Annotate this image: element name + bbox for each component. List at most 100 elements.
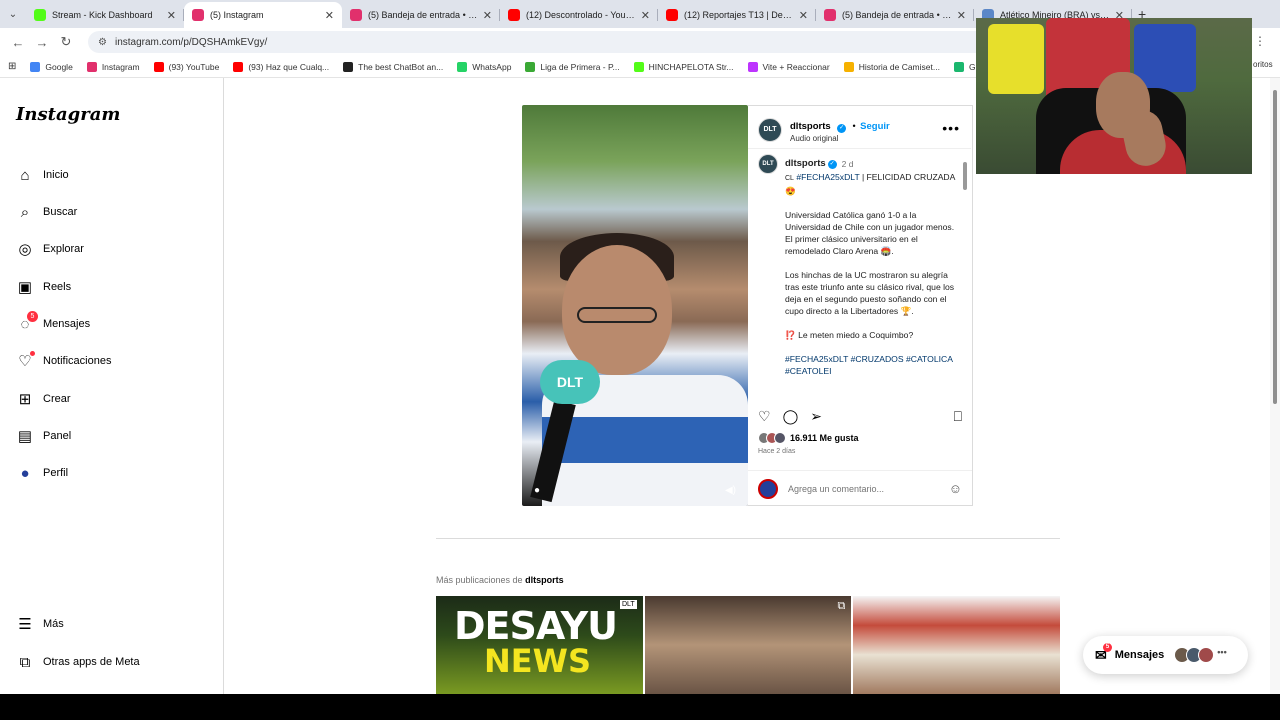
tab-close-icon[interactable]: ✕ xyxy=(957,9,966,22)
tab-close-icon[interactable]: ✕ xyxy=(167,9,176,22)
video-shirt-stripe xyxy=(542,417,748,463)
audio-label[interactable]: Audio original xyxy=(790,134,890,143)
sidebar-item-panel[interactable]: ▤ Panel xyxy=(16,427,71,445)
bookmark-icon[interactable]: ⎕ xyxy=(954,408,962,425)
sidebar-footer-meta-apps[interactable]: ⧉ Otras apps de Meta xyxy=(16,653,140,671)
bookmark-favicon-icon xyxy=(457,61,468,72)
bookmark-item[interactable]: WhatsApp xyxy=(457,61,512,72)
like-icon[interactable]: ♡ xyxy=(758,408,771,425)
instagram-logo[interactable]: Instagram xyxy=(16,104,120,125)
browser-tab[interactable]: (5) Bandeja de entrada • Chats ✕ xyxy=(816,2,974,28)
tab-close-icon[interactable]: ✕ xyxy=(641,9,650,22)
bookmark-item[interactable]: (93) YouTube xyxy=(153,61,220,72)
bookmark-item[interactable]: Google xyxy=(30,61,73,72)
mute-icon[interactable]: ◀) xyxy=(725,485,736,496)
bookmark-label: WhatsApp xyxy=(472,61,512,72)
tab-favicon-icon xyxy=(508,9,520,21)
url-text: instagram.com/p/DQSHAmkEVgy/ xyxy=(114,36,268,48)
browser-tab[interactable]: (5) Bandeja de entrada • Chats ✕ xyxy=(342,2,500,28)
notification-dot xyxy=(30,351,35,356)
bookmark-favicon-icon xyxy=(633,61,644,72)
bookmark-item[interactable]: HINCHAPELOTA Str... xyxy=(633,61,734,72)
bookmark-label: (93) Haz que Cualq... xyxy=(248,61,330,72)
sidebar-item-explorar[interactable]: ◎ Explorar xyxy=(16,240,84,258)
bookmark-item[interactable]: Instagram xyxy=(86,61,140,72)
site-info-icon[interactable]: ⚙ xyxy=(98,37,107,48)
tab-favicon-icon xyxy=(350,9,362,21)
more-options-icon[interactable]: ••• xyxy=(942,120,960,136)
webcam-overlay xyxy=(976,18,1252,174)
more-posts-user[interactable]: dltsports xyxy=(525,575,564,585)
bookmark-label: The best ChatBot an... xyxy=(358,61,444,72)
bookmark-label: (93) YouTube xyxy=(168,61,220,72)
sidebar-item-reels[interactable]: ▣ Reels xyxy=(16,278,71,296)
caption-hashtags[interactable]: #FECHA25xDLT #CRUZADOS #CATOLICA #CEATOL… xyxy=(785,353,958,377)
sidebar-item-crear[interactable]: ⊞ Crear xyxy=(16,390,71,408)
bookmark-favicon-icon xyxy=(343,61,354,72)
sidebar-item-label: Notificaciones xyxy=(43,355,112,367)
likes-row[interactable]: 16.911 Me gusta xyxy=(758,432,859,444)
comment-input[interactable] xyxy=(788,483,949,494)
messages-pill[interactable]: ✉ 5 Mensajes ••• xyxy=(1083,636,1248,674)
tab-close-icon[interactable]: ✕ xyxy=(325,9,334,22)
caption-age[interactable]: 2 d xyxy=(842,158,854,170)
browser-tab[interactable]: (12) Descontrolado - YouTube ✕ xyxy=(500,2,658,28)
sidebar-item-mensajes[interactable]: ◌ 5 Mensajes xyxy=(16,311,90,333)
post-time[interactable]: Hace 2 días xyxy=(758,448,795,455)
bookmark-item[interactable]: Historia de Camiset... xyxy=(843,61,940,72)
sidebar-item-label: Panel xyxy=(43,430,72,442)
messages-pill-label: Mensajes xyxy=(1114,649,1165,661)
post-video[interactable]: DLT ● ◀) xyxy=(522,105,748,506)
caption-hashtag[interactable]: #FECHA25xDLT xyxy=(796,172,859,182)
video-mic-logo: DLT xyxy=(540,360,600,404)
post-actions: ♡ ◯ ➢ ⎕ xyxy=(758,408,962,425)
caption-username[interactable]: dltsports xyxy=(785,158,826,170)
post-thumbnail[interactable]: DESAYU NEWS DLT xyxy=(436,596,643,694)
sidebar-footer-more[interactable]: ☰ Más xyxy=(16,615,64,633)
bookmark-item[interactable]: The best ChatBot an... xyxy=(343,61,444,72)
follow-button[interactable]: Seguir xyxy=(860,121,890,132)
browser-tab[interactable]: (5) Instagram ✕ xyxy=(184,2,342,28)
tab-close-icon[interactable]: ✕ xyxy=(483,9,492,22)
bookmark-item[interactable]: Liga de Primera - P... xyxy=(525,61,620,72)
bookmark-label: Vite + Reaccionar xyxy=(762,61,830,72)
sidebar-item-inicio[interactable]: ⌂ Inicio xyxy=(16,166,68,184)
back-icon[interactable]: ← xyxy=(6,30,30,54)
all-bookmarks-label[interactable]: oritos xyxy=(1253,60,1273,69)
tab-close-icon[interactable]: ✕ xyxy=(799,9,808,22)
browser-tab[interactable]: Stream - Kick Dashboard ✕ xyxy=(26,2,184,28)
caption-scrollbar[interactable] xyxy=(962,154,968,398)
caption-avatar[interactable]: DLT xyxy=(758,154,778,174)
apps-icon[interactable]: ⊞ xyxy=(8,61,16,72)
likes-count[interactable]: 16.911 Me gusta xyxy=(790,433,859,443)
browser-menu-icon[interactable]: ⋮ xyxy=(1254,34,1266,48)
heart-icon: ♡ xyxy=(16,351,35,370)
bookmark-item[interactable]: Vite + Reaccionar xyxy=(747,61,830,72)
forward-icon[interactable]: → xyxy=(30,30,54,54)
sidebar-item-notificaciones[interactable]: ♡ Notificaciones xyxy=(16,351,112,370)
caption-verified-icon: ✓ xyxy=(827,159,837,169)
tagged-users-icon[interactable]: ● xyxy=(534,485,540,496)
messenger-icon: ✉ 5 xyxy=(1095,642,1112,664)
sidebar-item-perfil[interactable]: ● Perfil xyxy=(16,464,68,482)
section-divider xyxy=(436,538,1060,539)
page-scrollbar[interactable] xyxy=(1270,78,1280,694)
comment-icon[interactable]: ◯ xyxy=(783,408,799,425)
viewer-avatar xyxy=(758,478,778,499)
post-thumbnail[interactable] xyxy=(853,596,1061,694)
emoji-icon[interactable]: ☺ xyxy=(949,481,962,496)
tab-search-icon[interactable]: ⌄ xyxy=(0,0,26,28)
bookmark-item[interactable]: (93) Haz que Cualq... xyxy=(233,61,330,72)
browser-tab[interactable]: (12) Reportajes T13 | Denuncia: ✕ xyxy=(658,2,816,28)
author-avatar[interactable]: DLT xyxy=(758,117,782,142)
post-panel: DLT dltsports ✓ • Seguir Audio original … xyxy=(748,105,973,506)
sidebar-item-label: Más xyxy=(43,618,64,630)
tab-title: (5) Instagram xyxy=(210,10,264,20)
author-username[interactable]: dltsports xyxy=(790,121,831,132)
post-thumbnail[interactable]: ⧉ xyxy=(644,596,852,694)
thumbnail-badge: DLT xyxy=(619,600,637,609)
reload-icon[interactable]: ↻ xyxy=(54,30,78,54)
post-caption: DLT dltsports ✓ 2 d CL #FECHA25xDLT | FE… xyxy=(758,154,958,398)
share-icon[interactable]: ➢ xyxy=(810,408,822,425)
sidebar-item-buscar[interactable]: ⌕ Buscar xyxy=(16,203,77,221)
